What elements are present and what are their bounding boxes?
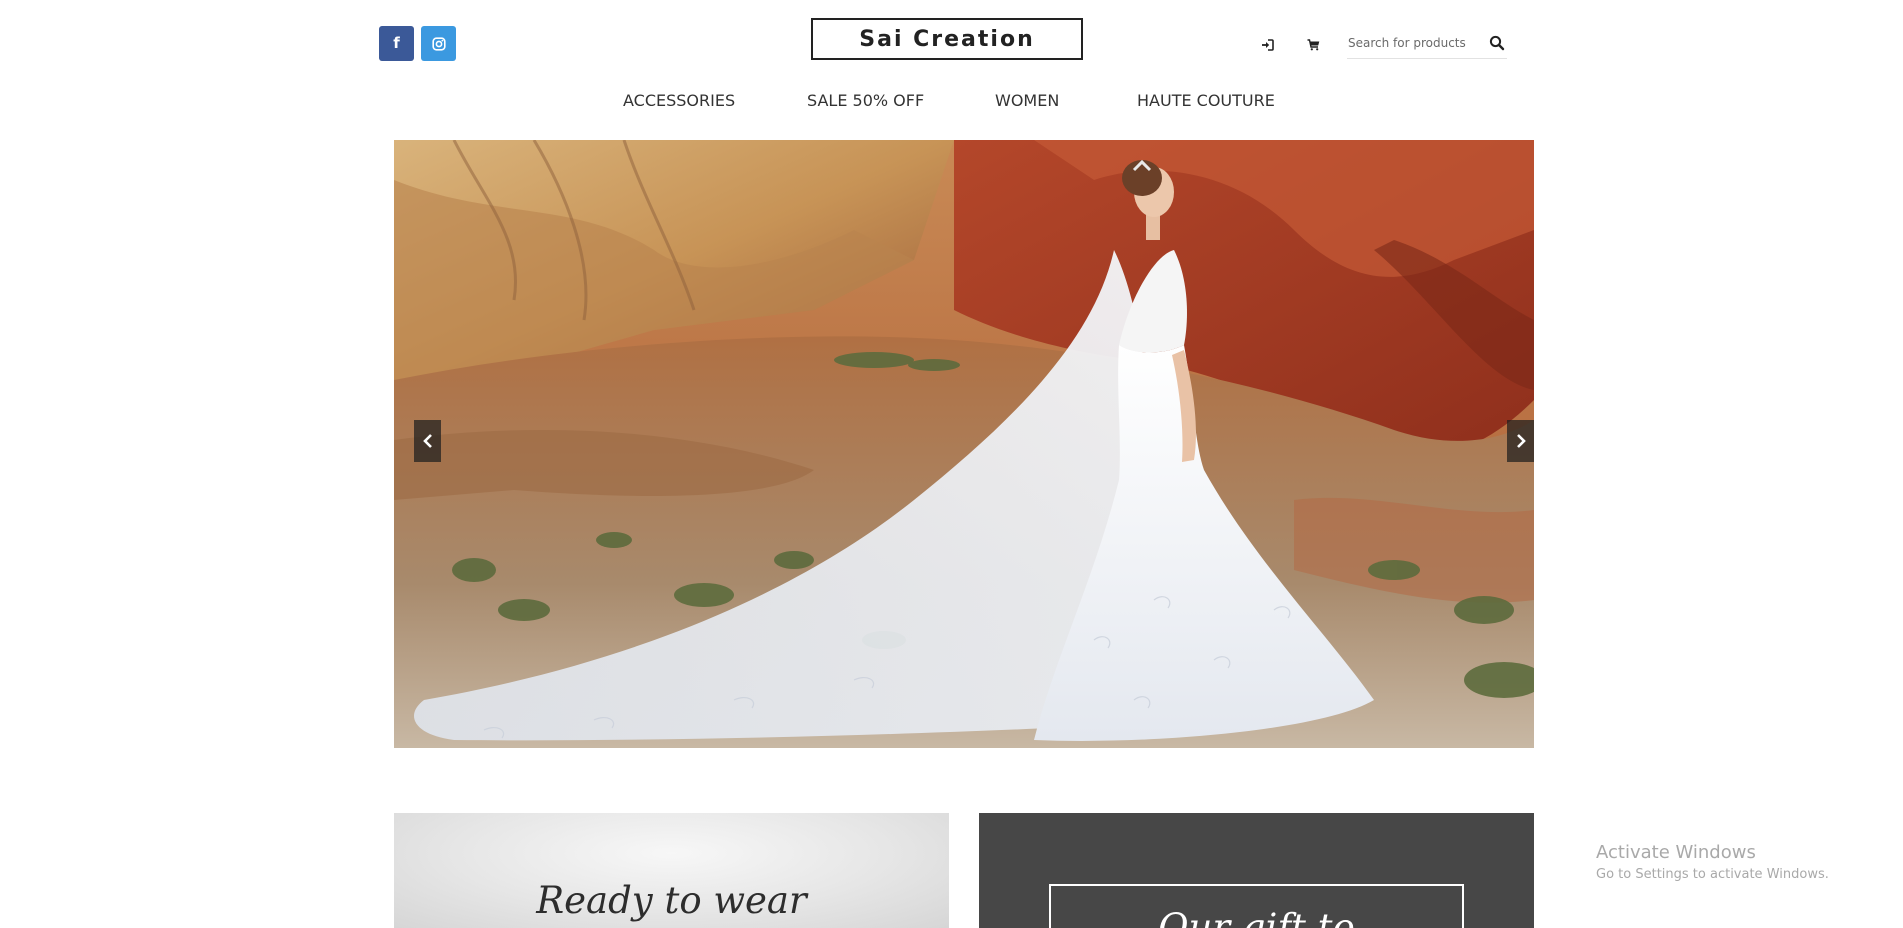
login-button[interactable] bbox=[1257, 35, 1277, 55]
chevron-left-icon bbox=[422, 434, 432, 448]
cart-icon bbox=[1307, 38, 1319, 50]
facebook-button[interactable]: f bbox=[379, 26, 414, 61]
nav-item-haute-couture[interactable]: HAUTE COUTURE bbox=[1137, 91, 1275, 110]
activate-windows-watermark: Activate Windows Go to Settings to activ… bbox=[1596, 842, 1829, 884]
watermark-title: Activate Windows bbox=[1596, 842, 1756, 863]
social-links: f bbox=[379, 26, 456, 61]
watermark-subtitle: Go to Settings to activate Windows. bbox=[1596, 867, 1829, 882]
hero-image bbox=[394, 140, 1534, 748]
main-nav: ACCESSORIES SALE 50% OFF WOMEN HAUTE COU… bbox=[0, 91, 1903, 113]
search-button[interactable] bbox=[1489, 35, 1507, 53]
promo-tile-ready-to-wear[interactable]: Ready to wear bbox=[394, 813, 949, 928]
nav-item-sale[interactable]: SALE 50% OFF bbox=[807, 91, 924, 110]
hero-carousel bbox=[394, 140, 1534, 748]
brand-logo[interactable]: Sai Creation bbox=[811, 18, 1083, 60]
search-input[interactable] bbox=[1347, 30, 1478, 56]
instagram-icon bbox=[431, 36, 446, 51]
promo-title: Our gift to bbox=[1158, 906, 1355, 928]
login-icon bbox=[1261, 38, 1274, 51]
search-icon bbox=[1489, 35, 1505, 51]
carousel-next-button[interactable] bbox=[1507, 420, 1534, 462]
nav-item-accessories[interactable]: ACCESSORIES bbox=[623, 91, 735, 110]
search-box bbox=[1347, 30, 1507, 59]
nav-item-women[interactable]: WOMEN bbox=[995, 91, 1059, 110]
cart-button[interactable] bbox=[1303, 35, 1323, 55]
page: f Sai Creation Search for products ACCES… bbox=[0, 0, 1903, 928]
promo-tile-gift[interactable]: Our gift to bbox=[979, 813, 1534, 928]
instagram-button[interactable] bbox=[421, 26, 456, 61]
facebook-icon: f bbox=[393, 34, 400, 52]
header-tools bbox=[1257, 30, 1507, 59]
chevron-right-icon bbox=[1516, 434, 1526, 448]
carousel-prev-button[interactable] bbox=[414, 420, 441, 462]
promo-title: Ready to wear bbox=[536, 879, 807, 922]
